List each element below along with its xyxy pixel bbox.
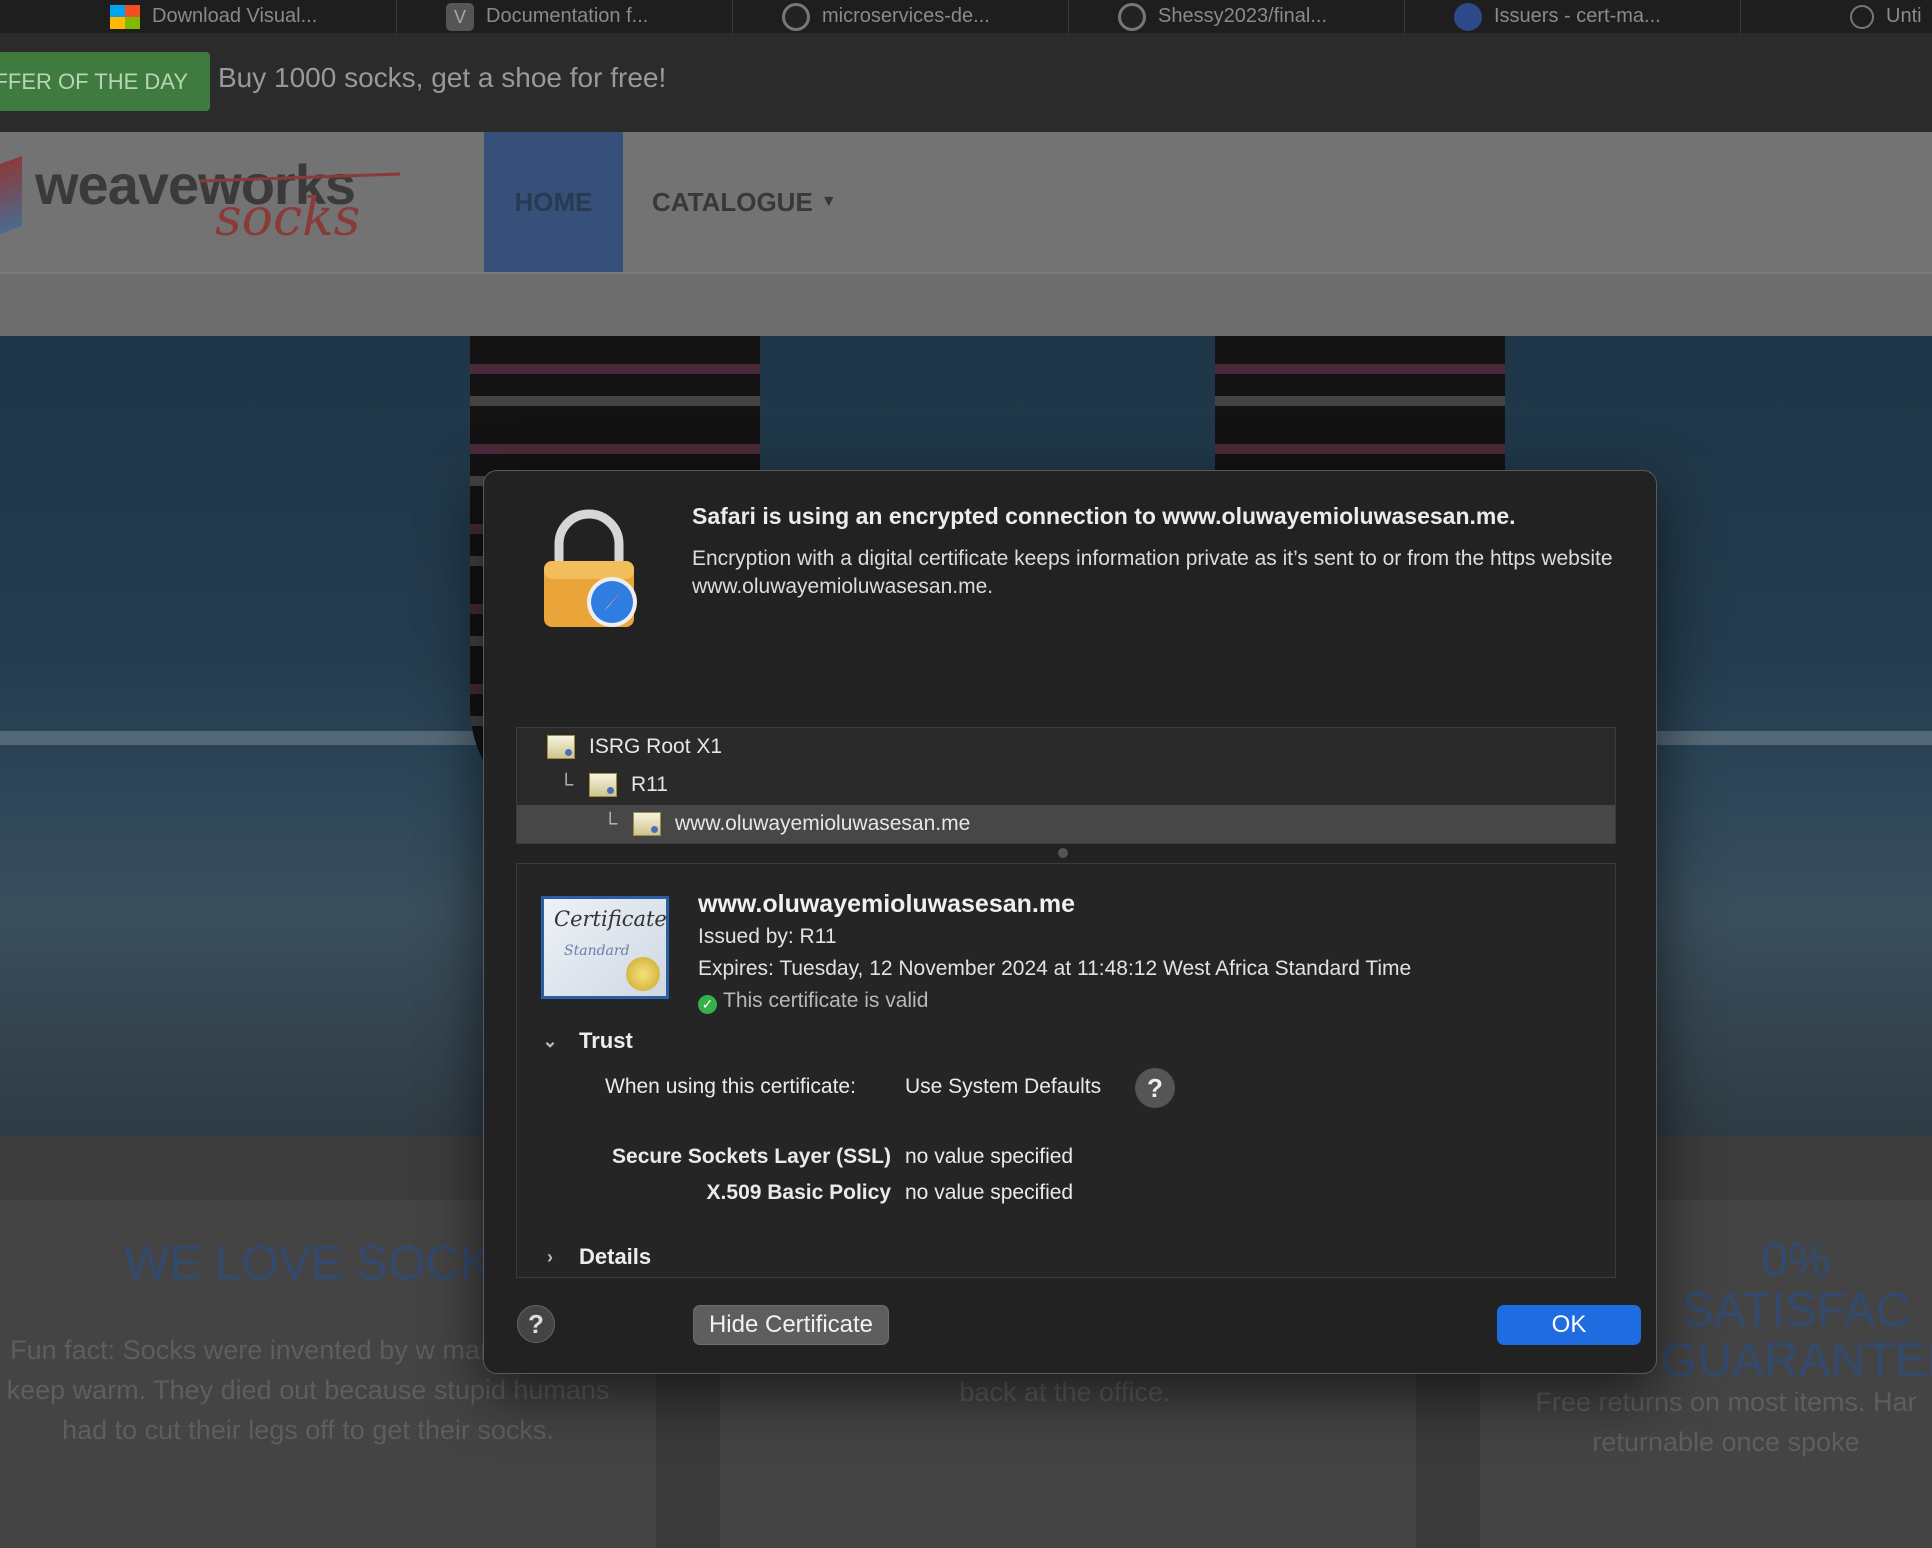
tab-label: Issuers - cert-ma... xyxy=(1494,5,1661,27)
logo-mark xyxy=(0,155,22,235)
browser-tab[interactable]: Unti xyxy=(1850,0,1922,33)
github-icon xyxy=(1118,2,1146,31)
caret-down-icon: ▼ xyxy=(820,193,837,210)
offer-badge: FFER OF THE DAY xyxy=(0,52,210,111)
feature-title: WE LOVE SOCKS xyxy=(124,1237,525,1290)
certificate-status: ✓ This certificate is valid xyxy=(698,989,928,1014)
dialog-description: Encryption with a digital certificate ke… xyxy=(692,547,1613,598)
dialog-title: Safari is using an encrypted connection … xyxy=(692,503,1516,529)
checkmark-icon: ✓ xyxy=(698,995,717,1014)
when-using-select[interactable]: Use System Defaults xyxy=(905,1075,1101,1099)
browser-tab[interactable]: V Documentation f... xyxy=(446,0,648,33)
certificate-details-panel: Certificate Standard www.oluwayemioluwas… xyxy=(516,863,1616,1278)
github-icon xyxy=(782,2,810,31)
question-mark-icon: ? xyxy=(1147,1072,1163,1103)
certificate-status-text: This certificate is valid xyxy=(723,989,929,1012)
split-view-handle[interactable] xyxy=(1058,848,1068,858)
browser-tab[interactable]: Download Visual... xyxy=(110,0,317,33)
tab-label: Download Visual... xyxy=(152,5,318,27)
chevron-down-icon: ⌄ xyxy=(542,1030,558,1051)
policy-value[interactable]: no value specified xyxy=(905,1181,1073,1205)
trust-help-button[interactable]: ? xyxy=(1135,1068,1175,1108)
question-mark-icon: ? xyxy=(528,1308,544,1339)
cert-manager-icon xyxy=(1454,2,1482,31)
tab-separator xyxy=(1740,0,1741,33)
certificate-dialog: Safari is using an encrypted connection … xyxy=(483,470,1657,1374)
tab-separator xyxy=(1404,0,1405,33)
when-using-label: When using this certificate: xyxy=(605,1075,856,1098)
hierarchy-elbow-icon: └ xyxy=(603,812,618,835)
browser-tab-bar: Download Visual... V Documentation f... … xyxy=(0,0,1932,34)
sub-navbar xyxy=(0,272,1932,338)
certificate-seal xyxy=(626,957,660,991)
microsoft-icon xyxy=(110,4,140,29)
chain-item-label: R11 xyxy=(631,773,668,796)
tab-separator xyxy=(732,0,733,33)
chain-item-label: ISRG Root X1 xyxy=(589,735,723,758)
browser-tab[interactable]: Shessy2023/final... xyxy=(1118,0,1327,33)
compass-icon xyxy=(1850,4,1874,29)
feature-title: 0% SATISFAC GUARANTEE xyxy=(1660,1234,1932,1387)
nav-catalogue[interactable]: CATALOGUE ▼ xyxy=(652,132,837,272)
tab-separator xyxy=(1068,0,1069,33)
ok-button[interactable]: OK xyxy=(1497,1305,1641,1345)
lock-icon xyxy=(544,509,637,627)
details-disclosure[interactable]: › Details xyxy=(539,1244,651,1270)
tab-label: Documentation f... xyxy=(486,5,649,27)
hide-certificate-button[interactable]: Hide Certificate xyxy=(693,1305,889,1345)
chain-item-intermediate[interactable]: └ R11 xyxy=(517,766,1615,804)
certificate-issuer: Issued by: R11 xyxy=(698,925,837,948)
policy-value[interactable]: no value specified xyxy=(905,1145,1073,1169)
chain-item-label: www.oluwayemioluwasesan.me xyxy=(675,812,971,835)
tab-label: Unti xyxy=(1886,5,1922,27)
certificate-chain: ISRG Root X1 └ R11 └ www.oluwayemioluwas… xyxy=(516,727,1616,844)
vagrant-icon: V xyxy=(446,2,474,31)
certificate-icon xyxy=(589,773,617,797)
logo-socks: socks xyxy=(215,188,361,248)
hierarchy-elbow-icon: └ xyxy=(559,773,574,796)
nav-home[interactable]: HOME xyxy=(484,132,623,272)
offer-text: Buy 1000 socks, get a shoe for free! xyxy=(218,62,667,93)
feature-text: back at the office. xyxy=(959,1377,1171,1407)
tab-label: microservices-de... xyxy=(822,5,990,27)
nav-catalogue-label: CATALOGUE xyxy=(652,186,813,217)
trust-label: Trust xyxy=(579,1028,633,1053)
feature-text: Free returns on most items. Har returnab… xyxy=(1535,1387,1917,1457)
chain-item-leaf[interactable]: └ www.oluwayemioluwasesan.me xyxy=(517,805,1615,843)
certificate-name: www.oluwayemioluwasesan.me xyxy=(698,890,1075,918)
certificate-icon xyxy=(633,812,661,836)
browser-tab[interactable]: microservices-de... xyxy=(782,0,990,33)
chevron-right-icon: › xyxy=(547,1246,553,1267)
tab-label: Shessy2023/final... xyxy=(1158,5,1327,27)
certificate-image-subtitle: Standard xyxy=(564,943,630,959)
browser-tab[interactable]: Issuers - cert-ma... xyxy=(1454,0,1661,33)
policy-name: Secure Sockets Layer (SSL) xyxy=(612,1145,891,1168)
trust-disclosure[interactable]: ⌄ Trust xyxy=(539,1028,633,1054)
chain-item-root[interactable]: ISRG Root X1 xyxy=(517,728,1615,766)
help-button[interactable]: ? xyxy=(517,1305,555,1343)
certificate-image-title: Certificate xyxy=(554,907,667,931)
certificate-icon xyxy=(547,735,575,759)
details-label: Details xyxy=(579,1244,652,1269)
tab-separator xyxy=(396,0,397,33)
certificate-image: Certificate Standard xyxy=(541,896,669,999)
certificate-expiry: Expires: Tuesday, 12 November 2024 at 11… xyxy=(698,957,1412,980)
policy-name: X.509 Basic Policy xyxy=(706,1181,891,1204)
